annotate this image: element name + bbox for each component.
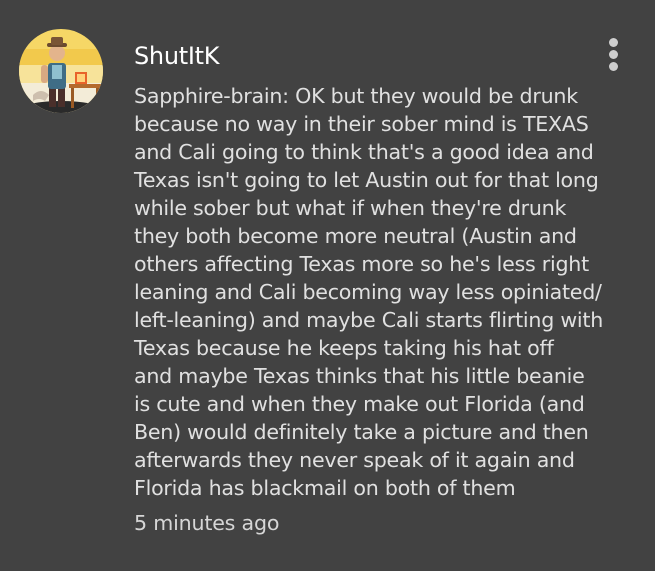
comment-line: afterwards they never speak of it again … — [134, 448, 575, 472]
more-options-button[interactable] — [600, 36, 630, 72]
username[interactable]: ShutItK — [134, 40, 220, 72]
comment-line: and Cali going to think that's a good id… — [134, 140, 594, 164]
more-vertical-icon — [609, 62, 618, 71]
comment-line: they both become more neutral (Austin an… — [134, 224, 577, 248]
comment-line: leaning and Cali becoming way less opini… — [134, 280, 602, 304]
comment-line: Sapphire-brain: OK but they would be dru… — [134, 84, 578, 108]
comment-timestamp: 5 minutes ago — [134, 511, 280, 535]
comment-line: Florida has blackmail on both of them — [134, 476, 516, 500]
comment-line: Texas isn't going to let Austin out for … — [134, 168, 599, 192]
character-avatar-icon — [19, 29, 103, 113]
comment-line: left-leaning) and maybe Cali starts flir… — [134, 308, 604, 332]
comment-body: Sapphire-brain: OK but they would be dru… — [134, 82, 649, 502]
comment-card: ShutItK Sapphire-brain: OK but they woul… — [0, 0, 655, 571]
comment-line: Texas because he keeps taking his hat of… — [134, 336, 554, 360]
avatar[interactable] — [19, 29, 103, 113]
comment-line: while sober but what if when they're dru… — [134, 196, 567, 220]
comment-line: others affecting Texas more so he's less… — [134, 252, 589, 276]
more-vertical-icon — [609, 38, 618, 47]
comment-line: because no way in their sober mind is TE… — [134, 112, 589, 136]
comment-line: is cute and when they make out Florida (… — [134, 392, 585, 416]
more-vertical-icon — [609, 50, 618, 59]
comment-line: and maybe Texas thinks that his little b… — [134, 364, 585, 388]
comment-line: Ben) would definitely take a picture and… — [134, 420, 589, 444]
